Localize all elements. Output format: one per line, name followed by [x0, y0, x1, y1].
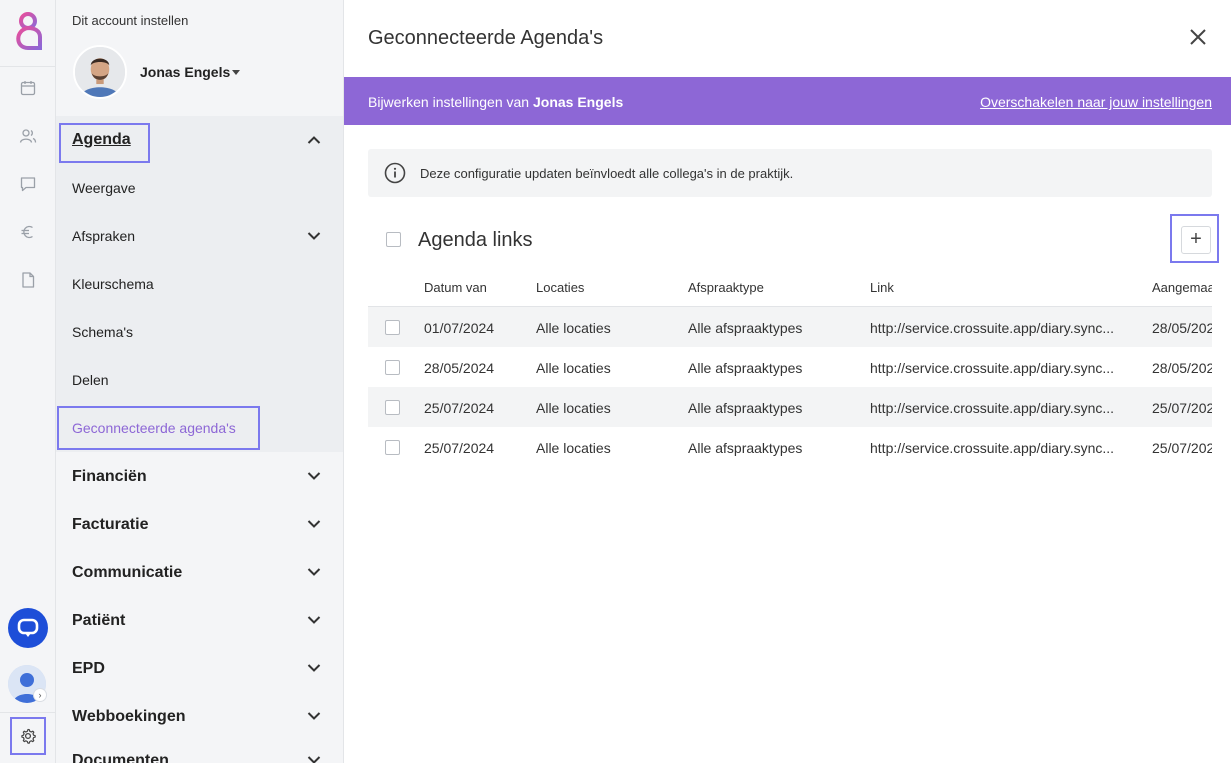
- table-header: Datum van Locaties Afspraaktype Link Aan…: [368, 270, 1212, 307]
- highlight-agenda: [59, 123, 150, 163]
- cell-date: 25/07/2024: [424, 400, 495, 416]
- column-header-aangemaakt[interactable]: Aangemaakt: [1152, 280, 1212, 295]
- row-checkbox[interactable]: [385, 440, 400, 455]
- nav-section-epd[interactable]: EPD: [72, 660, 105, 678]
- chevron-down-icon[interactable]: [306, 612, 322, 628]
- info-notice: Deze configuratie updaten beïnvloedt all…: [368, 149, 1212, 197]
- cell-created: 25/07/2024: [1152, 440, 1212, 456]
- euro-icon[interactable]: [19, 223, 37, 241]
- cell-link[interactable]: http://service.crossuite.app/diary.sync.…: [870, 360, 1114, 376]
- chevron-up-icon[interactable]: [306, 132, 322, 148]
- settings-button[interactable]: [10, 717, 46, 755]
- document-icon[interactable]: [19, 271, 37, 289]
- cell-type: Alle afspraaktypes: [688, 320, 803, 336]
- chevron-down-icon[interactable]: [306, 660, 322, 676]
- row-checkbox[interactable]: [385, 400, 400, 415]
- nav-section-facturatie[interactable]: Facturatie: [72, 516, 148, 534]
- caret-down-icon[interactable]: [232, 70, 240, 75]
- chat-bubble-icon: [17, 618, 39, 637]
- column-header-datum[interactable]: Datum van: [424, 280, 487, 295]
- cell-link[interactable]: http://service.crossuite.app/diary.sync.…: [870, 400, 1114, 416]
- cell-type: Alle afspraaktypes: [688, 440, 803, 456]
- cell-locations: Alle locaties: [536, 360, 611, 376]
- profile-photo-icon: [75, 47, 125, 97]
- settings-nav: Dit account instellen Jonas Engels Agend…: [56, 0, 344, 763]
- cell-date: 25/07/2024: [424, 440, 495, 456]
- impersonation-banner: Bijwerken instellingen van Jonas Engels …: [344, 77, 1231, 125]
- column-header-locaties[interactable]: Locaties: [536, 280, 584, 295]
- chevron-down-icon[interactable]: [306, 752, 322, 763]
- cell-type: Alle afspraaktypes: [688, 400, 803, 416]
- chevron-down-icon[interactable]: [306, 468, 322, 484]
- select-all-checkbox[interactable]: [386, 232, 401, 247]
- page-title: Geconnecteerde Agenda's: [368, 27, 604, 49]
- chat-icon[interactable]: [19, 175, 37, 193]
- chevron-right-icon[interactable]: ›: [33, 688, 47, 702]
- nav-item-kleurschema[interactable]: Kleurschema: [72, 276, 154, 292]
- cell-created: 25/07/2024: [1152, 400, 1212, 416]
- add-link-button[interactable]: +: [1181, 226, 1211, 254]
- table-viewport: Datum van Locaties Afspraaktype Link Aan…: [344, 270, 1212, 470]
- nav-section-webboekingen[interactable]: Webboekingen: [72, 708, 186, 726]
- app-rail: ›: [0, 0, 56, 763]
- table-row[interactable]: 01/07/2024 Alle locaties Alle afspraakty…: [368, 307, 1212, 347]
- column-header-link[interactable]: Link: [870, 280, 894, 295]
- switch-settings-link[interactable]: Overschakelen naar jouw instellingen: [980, 94, 1212, 110]
- gear-icon: [21, 728, 36, 744]
- info-text: Deze configuratie updaten beïnvloedt all…: [420, 166, 794, 181]
- nav-item-delen[interactable]: Delen: [72, 372, 109, 388]
- account-settings-label: Dit account instellen: [72, 13, 189, 28]
- calendar-icon[interactable]: [19, 79, 37, 97]
- table-row[interactable]: 25/07/2024 Alle locaties Alle afspraakty…: [368, 387, 1212, 427]
- nav-item-afspraken[interactable]: Afspraken: [72, 228, 135, 244]
- nav-section-patient[interactable]: Patiënt: [72, 612, 125, 630]
- user-name-dropdown[interactable]: Jonas Engels: [140, 64, 230, 80]
- row-checkbox[interactable]: [385, 360, 400, 375]
- cell-date: 01/07/2024: [424, 320, 495, 336]
- support-chat-button[interactable]: [8, 608, 48, 648]
- main-panel: Geconnecteerde Agenda's Bijwerken instel…: [344, 0, 1231, 763]
- cell-link[interactable]: http://service.crossuite.app/diary.sync.…: [870, 440, 1114, 456]
- cell-locations: Alle locaties: [536, 440, 611, 456]
- nav-section-communicatie[interactable]: Communicatie: [72, 564, 182, 582]
- info-icon: [384, 162, 406, 184]
- column-header-afspraaktype[interactable]: Afspraaktype: [688, 280, 764, 295]
- banner-user-name: Jonas Engels: [532, 94, 624, 110]
- row-checkbox[interactable]: [385, 320, 400, 335]
- nav-section-financien[interactable]: Financiën: [72, 468, 147, 486]
- nav-section-documenten[interactable]: Documenten: [72, 752, 169, 763]
- profile-avatar: [73, 45, 127, 99]
- chevron-down-icon[interactable]: [306, 564, 322, 580]
- table-body: 01/07/2024 Alle locaties Alle afspraakty…: [368, 307, 1212, 467]
- users-icon[interactable]: [19, 127, 37, 145]
- chevron-down-icon[interactable]: [306, 228, 322, 244]
- cell-locations: Alle locaties: [536, 400, 611, 416]
- cell-type: Alle afspraaktypes: [688, 360, 803, 376]
- table-row[interactable]: 25/07/2024 Alle locaties Alle afspraakty…: [368, 427, 1212, 467]
- close-icon[interactable]: [1189, 28, 1207, 46]
- cell-created: 28/05/2024: [1152, 360, 1212, 376]
- cell-created: 28/05/2024: [1152, 320, 1212, 336]
- banner-text: Bijwerken instellingen van Jonas Engels: [368, 94, 624, 110]
- nav-item-weergave[interactable]: Weergave: [72, 180, 136, 196]
- nav-item-schemas[interactable]: Schema's: [72, 324, 133, 340]
- chevron-down-icon[interactable]: [306, 708, 322, 724]
- cell-date: 28/05/2024: [424, 360, 495, 376]
- app-logo-icon[interactable]: [10, 10, 46, 52]
- chevron-down-icon[interactable]: [306, 516, 322, 532]
- cell-link[interactable]: http://service.crossuite.app/diary.sync.…: [870, 320, 1114, 336]
- table-row[interactable]: 28/05/2024 Alle locaties Alle afspraakty…: [368, 347, 1212, 387]
- highlight-geconnecteerde-agendas: [57, 406, 260, 450]
- list-title: Agenda links: [418, 229, 533, 251]
- cell-locations: Alle locaties: [536, 320, 611, 336]
